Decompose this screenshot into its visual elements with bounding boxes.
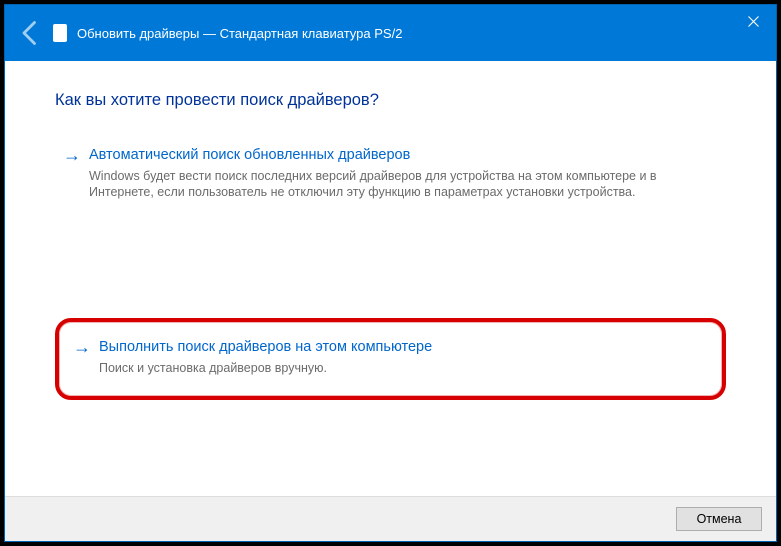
content-area: Как вы хотите провести поиск драйверов? … xyxy=(5,61,776,496)
footer: Отмена xyxy=(5,496,776,541)
highlight-annotation: → Выполнить поиск драйверов на этом комп… xyxy=(55,318,726,400)
arrow-right-icon: → xyxy=(63,144,81,166)
close-icon xyxy=(748,16,759,27)
option-manual-desc: Поиск и установка драйверов вручную. xyxy=(99,360,704,376)
window-title: Обновить драйверы — Стандартная клавиату… xyxy=(77,26,402,41)
close-button[interactable] xyxy=(730,5,776,37)
option-auto-title: Автоматический поиск обновленных драйвер… xyxy=(89,144,718,166)
back-button[interactable] xyxy=(17,19,45,47)
arrow-right-icon: → xyxy=(73,336,91,358)
option-auto-search[interactable]: → Автоматический поиск обновленных драйв… xyxy=(55,138,726,210)
driver-update-wizard-window: Обновить драйверы — Стандартная клавиату… xyxy=(4,4,777,542)
cancel-button[interactable]: Отмена xyxy=(676,507,762,531)
device-icon xyxy=(53,24,67,42)
page-heading: Как вы хотите провести поиск драйверов? xyxy=(55,91,726,110)
option-manual-title: Выполнить поиск драйверов на этом компью… xyxy=(99,336,704,358)
arrow-left-icon xyxy=(17,19,45,47)
option-browse-computer[interactable]: → Выполнить поиск драйверов на этом комп… xyxy=(65,330,712,386)
option-auto-desc: Windows будет вести поиск последних верс… xyxy=(89,168,718,200)
titlebar: Обновить драйверы — Стандартная клавиату… xyxy=(5,5,776,61)
